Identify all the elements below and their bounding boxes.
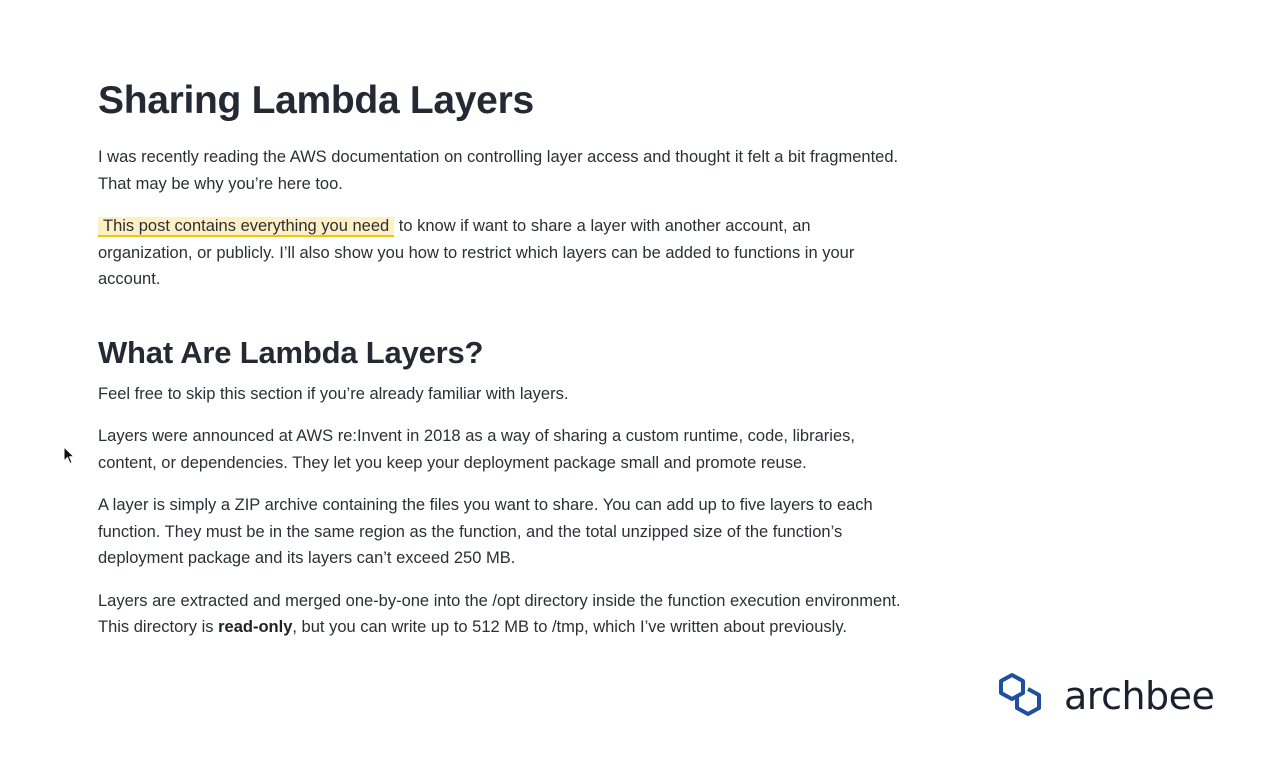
section-heading: What Are Lambda Layers? bbox=[98, 334, 484, 370]
logo-text: archbee bbox=[1064, 674, 1215, 718]
intro-paragraph-2: This post contains everything you need t… bbox=[98, 213, 903, 293]
section-paragraph-2: Layers were announced at AWS re:Invent i… bbox=[98, 427, 855, 472]
intro-paragraph-1: I was recently reading the AWS documenta… bbox=[98, 148, 899, 193]
page-title: Sharing Lambda Layers bbox=[98, 79, 534, 122]
article: Sharing Lambda Layers I was recently rea… bbox=[98, 76, 903, 657]
highlighted-text[interactable]: This post contains everything you need bbox=[98, 217, 395, 237]
section-paragraph-4: Layers are extracted and merged one-by-o… bbox=[98, 588, 903, 641]
archbee-logo[interactable]: archbee bbox=[998, 672, 1215, 720]
archbee-hexagon-logo bbox=[999, 673, 1041, 716]
section-paragraph-3: A layer is simply a ZIP archive containi… bbox=[98, 496, 873, 567]
mouse-pointer-icon bbox=[63, 446, 75, 465]
section-paragraph-4-after: , but you can write up to 512 MB to /tmp… bbox=[292, 618, 847, 636]
bold-text: read-only bbox=[218, 618, 293, 636]
section-paragraph-1: Feel free to skip this section if you’re… bbox=[98, 384, 569, 403]
